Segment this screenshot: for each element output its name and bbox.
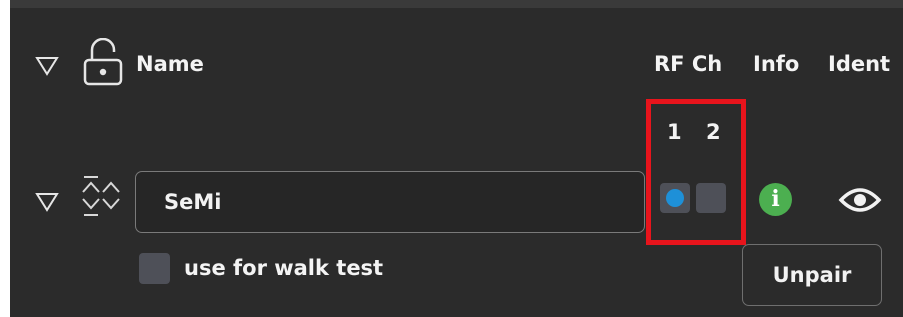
signal-arrows-icon	[82, 176, 120, 216]
unpair-button[interactable]: Unpair	[742, 244, 882, 306]
row-expand-triangle-icon[interactable]	[35, 192, 59, 212]
header-expand-triangle-icon[interactable]	[35, 56, 59, 76]
eye-icon[interactable]	[838, 186, 882, 214]
device-name-input[interactable]	[135, 171, 645, 233]
unlocked-padlock-icon[interactable]	[82, 38, 124, 86]
rf-channel-highlight-box	[646, 99, 746, 245]
column-header-rf-ch: RF Ch	[654, 52, 723, 76]
column-header-ident: Ident	[828, 52, 891, 76]
info-icon[interactable]: i	[759, 183, 792, 216]
walk-test-label: use for walk test	[184, 256, 384, 280]
column-header-info: Info	[753, 52, 800, 76]
walk-test-checkbox[interactable]	[139, 253, 170, 284]
column-header-name: Name	[136, 52, 204, 76]
top-divider	[10, 0, 903, 8]
